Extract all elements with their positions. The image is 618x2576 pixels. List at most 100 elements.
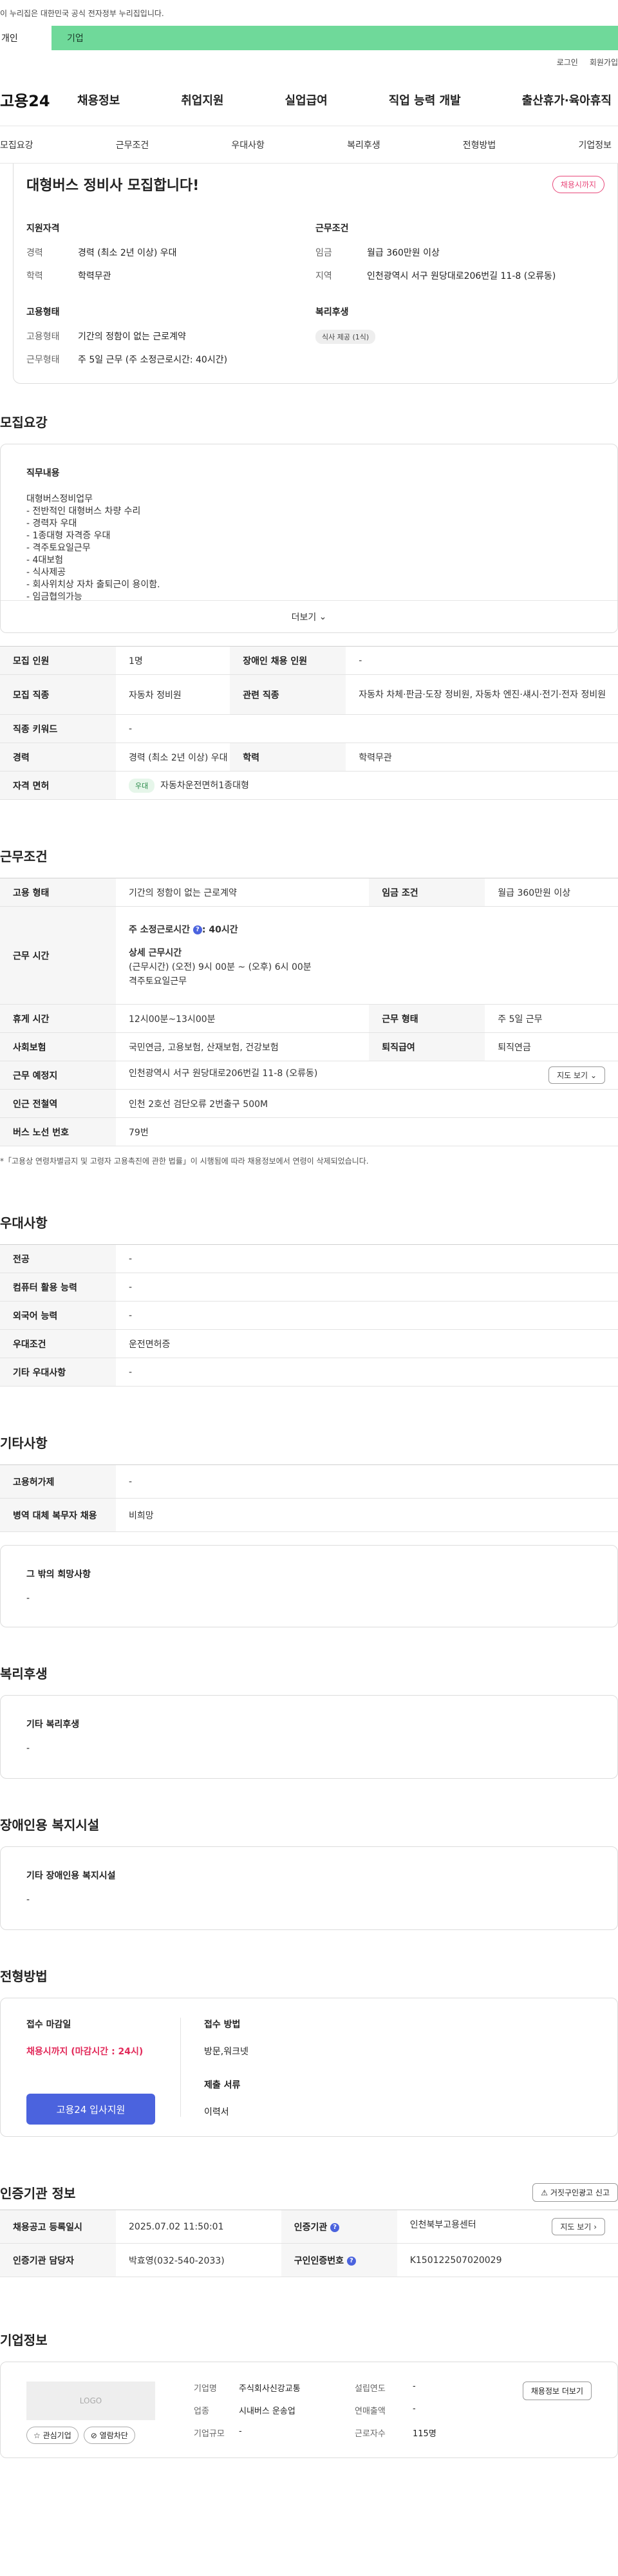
recruit-table: 모집 인원 1명 장애인 채용 인원 - 모집 직종 자동차 정비원 관련 직종 자동차 차… bbox=[0, 646, 618, 800]
block-button[interactable]: ⊘ 열람차단 bbox=[83, 2427, 135, 2444]
info-icon[interactable]: ? bbox=[330, 2222, 340, 2232]
info-icon[interactable]: ? bbox=[346, 2256, 356, 2266]
work-table: 고용 형태 기간의 정함이 없는 근로계약 임금 조건 월급 360만원 이상 근무 … bbox=[0, 878, 618, 1146]
subnav-work[interactable]: 근무조건 bbox=[116, 138, 149, 151]
pref-chip: 우대 bbox=[129, 778, 155, 793]
value: 월급 360만원 이상 bbox=[367, 248, 440, 258]
value: 기간의 정함이 없는 근로계약 bbox=[116, 878, 370, 907]
section-work-title: 근무조건 bbox=[0, 849, 48, 864]
qual-heading: 지원자격 bbox=[26, 223, 60, 234]
benefit-value: - bbox=[26, 1743, 30, 1754]
hours-week-label: 주 소정근로시간 bbox=[129, 924, 191, 935]
value: - bbox=[346, 646, 618, 675]
company-info: 기업명 주식회사신강교통 설립연도 - 업종 시내버스 운송업 연매출액 - 기업규모 -… bbox=[155, 2382, 523, 2439]
map-button[interactable]: 지도 보기 ⌄ bbox=[548, 1066, 605, 1084]
value: - bbox=[116, 1273, 618, 1302]
label-text: 인증기관 bbox=[294, 2222, 328, 2233]
chevron-down-icon: ⌄ bbox=[590, 1071, 597, 1080]
method-heading: 접수 방법 bbox=[204, 2020, 241, 2030]
favorite-label: 관심기업 bbox=[42, 2431, 71, 2440]
value: - bbox=[413, 2382, 416, 2391]
section-org-title: 인증기관 정보 bbox=[0, 2186, 76, 2201]
label: 인증기관 ? bbox=[281, 2210, 397, 2244]
subnav-benefit[interactable]: 복리후생 bbox=[347, 138, 380, 151]
label: 장애인 채용 인원 bbox=[230, 646, 346, 675]
value: - bbox=[116, 714, 618, 743]
block-icon: ⊘ bbox=[90, 2431, 97, 2440]
info-icon[interactable]: ? bbox=[192, 925, 202, 934]
gov-notice-bar: 이 누리집은 대한민국 공식 전자정부 누리집입니다. bbox=[0, 0, 618, 26]
value: 인천광역시 서구 원당대로206번길 11-8 (오류동) bbox=[367, 271, 556, 281]
value: 2025.07.02 11:50:01 bbox=[116, 2210, 281, 2244]
value: - bbox=[116, 1301, 618, 1330]
value: 학력무관 bbox=[346, 743, 618, 772]
label: 업종 bbox=[194, 2407, 209, 2416]
value: 79번 bbox=[116, 1117, 618, 1146]
place-cell: 인천광역시 서구 원당대로206번길 11-8 (오류동) 지도 보기 ⌄ bbox=[116, 1061, 618, 1090]
license-cell: 우대 자동차운전면허1종대형 bbox=[116, 771, 618, 800]
value: 퇴직연금 bbox=[485, 1032, 618, 1061]
gnb-jobs[interactable]: 채용정보 bbox=[77, 91, 120, 108]
utility-nav: 로그인 회원가입 bbox=[0, 50, 618, 73]
wish-heading: 그 밖의 희망사항 bbox=[26, 1569, 91, 1580]
section-pref-title: 우대사항 bbox=[0, 1215, 48, 1231]
job-summary-card: 대형버스 정비사 모집합니다! 채용시까지 지원자격 경력 경력 (최소 2년 이… bbox=[13, 164, 618, 384]
label: 근무형태 bbox=[26, 355, 60, 365]
block-label: 열람차단 bbox=[99, 2431, 128, 2440]
benefit-heading: 기타 복리후생 bbox=[26, 1719, 80, 1730]
value: 경력 (최소 2년 이상) 우대 bbox=[78, 248, 177, 258]
subnav-recruit[interactable]: 모집요강 bbox=[0, 138, 33, 151]
subnav-pref[interactable]: 우대사항 bbox=[231, 138, 265, 151]
duty-line: - 회사위치상 자차 출퇴근이 용이함. bbox=[26, 580, 160, 590]
duty-line: - 경력자 우대 bbox=[26, 518, 77, 529]
label: 학력 bbox=[230, 743, 346, 772]
label: 경력 bbox=[0, 743, 116, 772]
chevron-right-icon: › bbox=[594, 2222, 597, 2231]
hours-detail-title: 상세 근무시간 bbox=[129, 947, 182, 958]
site-logo[interactable]: 고용24 bbox=[0, 88, 77, 111]
duty-line: - 격주토요일근무 bbox=[26, 543, 91, 553]
company-logo: LOGO bbox=[26, 2382, 155, 2420]
label: 고용허가제 bbox=[0, 1464, 116, 1499]
gnb-employment-support[interactable]: 취업지원 bbox=[181, 91, 223, 108]
section-nav: 모집요강 근무조건 우대사항 복리후생 전형방법 기업정보 bbox=[0, 126, 618, 164]
value: 월급 360만원 이상 bbox=[485, 878, 618, 907]
duty-text: 대형버스정비업무 - 전반적인 대형버스 차량 수리 - 경력자 우대 - 1종… bbox=[26, 493, 592, 603]
signup-link[interactable]: 회원가입 bbox=[590, 57, 618, 68]
gnb-training[interactable]: 직업 능력 개발 bbox=[389, 91, 461, 108]
value: 박효영(032-540-2033) bbox=[116, 2243, 281, 2277]
value: 주식회사신강교통 bbox=[239, 2384, 301, 2394]
tab-personal[interactable]: 개인 bbox=[0, 26, 52, 50]
subnav-apply[interactable]: 전형방법 bbox=[463, 138, 496, 151]
subnav-company[interactable]: 기업정보 bbox=[578, 138, 612, 151]
user-type-tabs: 개인 기업 bbox=[0, 26, 618, 50]
more-button[interactable]: 더보기 ⌄ bbox=[1, 600, 617, 632]
company-jobs-button[interactable]: 채용정보 더보기 bbox=[522, 2382, 592, 2400]
agency-cell: 인천북부고용센터 지도 보기 › bbox=[397, 2210, 618, 2244]
label: 임금 bbox=[315, 248, 332, 258]
map-button[interactable]: 지도 보기 › bbox=[552, 2218, 605, 2235]
label: 자격 면허 bbox=[0, 771, 116, 800]
deadline-badge: 채용시까지 bbox=[552, 175, 604, 193]
apply-box: 접수 마감일 채용시까지 (마감시간 : 24시) 고용24 입사지원 접수 방… bbox=[0, 1998, 618, 2137]
duty-line: 대형버스정비업무 bbox=[26, 494, 93, 504]
duty-line: - 식사제공 bbox=[26, 567, 66, 578]
gnb-parental-leave[interactable]: 출산휴가·육아휴직 bbox=[522, 91, 612, 108]
label: 병역 대체 복무자 채용 bbox=[0, 1498, 116, 1532]
tab-company[interactable]: 기업 bbox=[52, 26, 84, 50]
duty-line: - 전반적인 대형버스 차량 수리 bbox=[26, 506, 141, 516]
chevron-down-icon: ⌄ bbox=[319, 611, 327, 622]
section-facility-title: 장애인용 복지시설 bbox=[0, 1817, 100, 1833]
favorite-button[interactable]: ☆ 관심기업 bbox=[26, 2427, 79, 2444]
gnb-unemployment[interactable]: 실업급여 bbox=[285, 91, 328, 108]
apply-button[interactable]: 고용24 입사지원 bbox=[26, 2094, 155, 2125]
login-link[interactable]: 로그인 bbox=[557, 57, 578, 68]
value: - bbox=[239, 2427, 242, 2436]
label: 고용 형태 bbox=[0, 878, 116, 907]
label: 임금 조건 bbox=[369, 878, 485, 907]
label: 연매출액 bbox=[355, 2407, 386, 2416]
label: 학력 bbox=[26, 271, 43, 281]
label: 전공 bbox=[0, 1244, 116, 1273]
report-button[interactable]: ⚠ 거짓구인광고 신고 bbox=[532, 2183, 618, 2202]
age-note: *「고용상 연령차별금지 및 고령자 고용촉진에 관한 법률」이 시행됨에 따라… bbox=[0, 1157, 369, 1166]
